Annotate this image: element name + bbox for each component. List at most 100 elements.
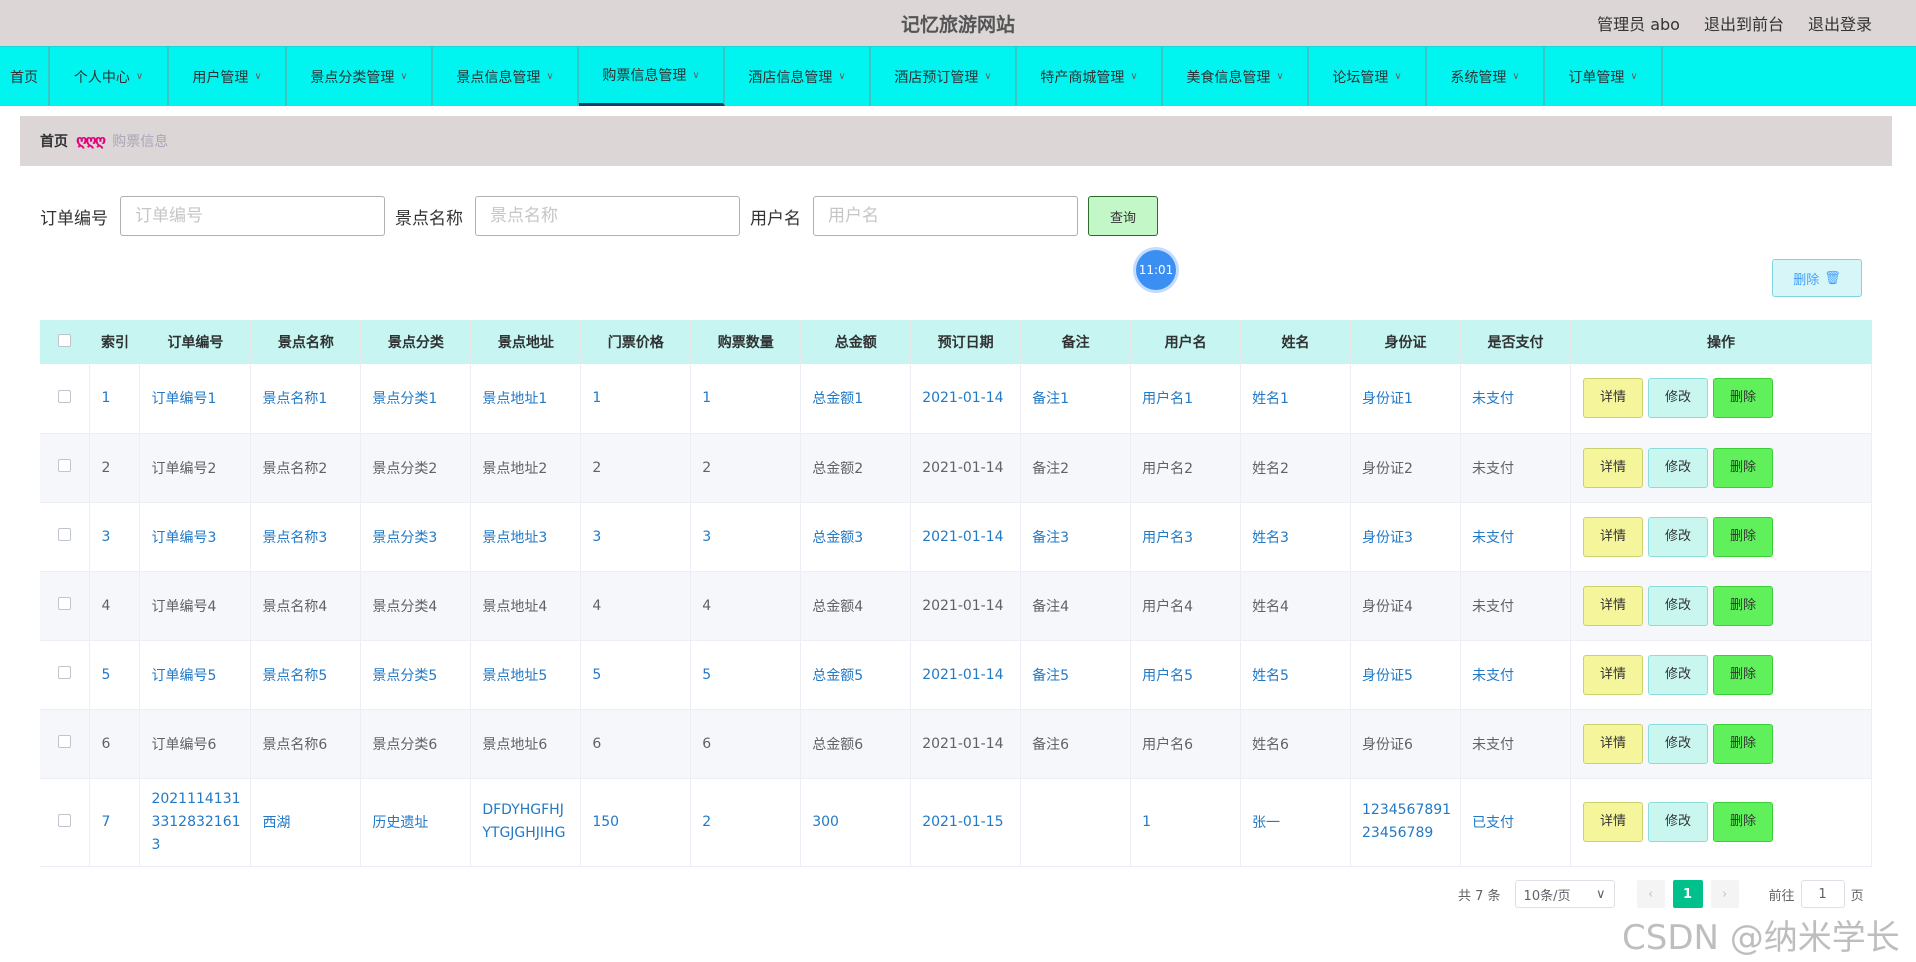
- next-page-button[interactable]: ›: [1710, 880, 1739, 908]
- breadcrumb-current: 购票信息: [112, 134, 169, 150]
- back-to-front-link[interactable]: 退出到前台: [1704, 11, 1784, 35]
- cell-id-card-line: 1234567891: [1362, 802, 1452, 818]
- batch-delete-button[interactable]: 删除 🗑: [1772, 259, 1862, 297]
- nav-item-ticket-mgmt[interactable]: 购票信息管理 ∨: [579, 47, 725, 106]
- select-all-checkbox[interactable]: [58, 333, 72, 347]
- nav-item-home[interactable]: 首页: [0, 47, 50, 106]
- page-suffix: 页: [1850, 888, 1864, 904]
- cell-spot-category: 景点分类5: [360, 640, 472, 710]
- goto-page-input[interactable]: 1: [1800, 880, 1845, 908]
- order-number-label: 订单编号: [40, 208, 108, 229]
- detail-button[interactable]: 详情: [1582, 516, 1643, 557]
- row-checkbox-cell[interactable]: [40, 709, 91, 779]
- detail-button[interactable]: 详情: [1582, 585, 1643, 626]
- username-label: 用户名: [750, 208, 801, 229]
- cell-actions: 详情 修改 删除: [1570, 709, 1873, 779]
- cell-ticket-price: 4: [580, 571, 692, 641]
- delete-button[interactable]: 删除: [1712, 654, 1773, 695]
- nav-label: 景点信息管理: [456, 69, 541, 86]
- cell-username: 用户名6: [1130, 709, 1242, 779]
- nav-item-spot-category-mgmt[interactable]: 景点分类管理 ∨: [287, 47, 433, 106]
- cell-total-amount: 总金额4: [800, 571, 912, 641]
- column-header: 总金额: [800, 320, 912, 364]
- logout-link[interactable]: 退出登录: [1808, 11, 1872, 35]
- delete-button[interactable]: 删除: [1712, 723, 1773, 764]
- cell-spot-address: 景点地址6: [470, 709, 582, 779]
- batch-delete-label: 删除: [1793, 272, 1820, 288]
- row-checkbox[interactable]: [58, 666, 72, 679]
- delete-button[interactable]: 删除: [1712, 378, 1773, 419]
- cell-order-number: 订单编号3: [139, 502, 252, 572]
- edit-button[interactable]: 修改: [1647, 723, 1708, 764]
- nav-item-food-info-mgmt[interactable]: 美食信息管理 ∨: [1163, 47, 1309, 106]
- row-checkbox[interactable]: [58, 813, 72, 827]
- cell-actions: 详情 修改 删除: [1570, 778, 1873, 867]
- cell-spot-address: 景点地址3: [470, 502, 582, 572]
- delete-button[interactable]: 删除: [1712, 585, 1773, 626]
- order-number-input[interactable]: [120, 196, 385, 236]
- cell-order-number: 订单编号6: [139, 709, 252, 779]
- column-header: 是否支付: [1460, 320, 1571, 364]
- delete-button[interactable]: 删除: [1712, 802, 1773, 842]
- cell-total-amount: 总金额3: [800, 502, 912, 572]
- nav-item-forum-mgmt[interactable]: 论坛管理 ∨: [1309, 47, 1427, 106]
- edit-button[interactable]: 修改: [1647, 585, 1708, 626]
- chevron-down-icon: ∨: [1630, 71, 1638, 82]
- cell-spot-category: 景点分类1: [360, 364, 472, 434]
- detail-button[interactable]: 详情: [1582, 802, 1643, 842]
- page-size-select[interactable]: 10条/页 ∨: [1514, 880, 1615, 908]
- prev-page-button[interactable]: ‹: [1636, 880, 1665, 908]
- edit-button[interactable]: 修改: [1647, 654, 1708, 695]
- row-checkbox-cell[interactable]: [40, 778, 91, 867]
- row-checkbox-cell[interactable]: [40, 640, 91, 710]
- nav-item-hotel-booking-mgmt[interactable]: 酒店预订管理 ∨: [871, 47, 1017, 106]
- detail-button[interactable]: 详情: [1582, 378, 1643, 419]
- cell-note: 备注1: [1020, 364, 1132, 434]
- cell-index: 4: [89, 571, 141, 641]
- detail-button[interactable]: 详情: [1582, 723, 1643, 764]
- delete-button[interactable]: 删除: [1712, 447, 1773, 488]
- edit-button[interactable]: 修改: [1647, 516, 1708, 557]
- edit-button[interactable]: 修改: [1647, 802, 1708, 842]
- detail-button[interactable]: 详情: [1582, 447, 1643, 488]
- row-checkbox-cell[interactable]: [40, 433, 91, 503]
- cell-actions: 详情 修改 删除: [1570, 571, 1873, 641]
- edit-button[interactable]: 修改: [1647, 447, 1708, 488]
- chevron-left-icon: ‹: [1647, 886, 1654, 902]
- username-input[interactable]: [813, 196, 1078, 236]
- nav-item-user-mgmt[interactable]: 用户管理 ∨: [169, 47, 287, 106]
- breadcrumb-home[interactable]: 首页: [40, 131, 68, 151]
- select-all-checkbox-cell[interactable]: [40, 320, 91, 364]
- row-checkbox[interactable]: [58, 735, 72, 748]
- row-checkbox[interactable]: [58, 597, 72, 610]
- cell-spot-category: 景点分类2: [360, 433, 472, 503]
- cell-index: 7: [89, 778, 141, 867]
- nav-item-hotel-info-mgmt[interactable]: 酒店信息管理 ∨: [725, 47, 871, 106]
- nav-item-personal-center[interactable]: 个人中心 ∨: [50, 47, 169, 106]
- row-checkbox-cell[interactable]: [40, 364, 91, 434]
- column-header: 门票价格: [580, 320, 692, 364]
- edit-button[interactable]: 修改: [1647, 378, 1708, 419]
- cell-index: 1: [89, 364, 141, 434]
- nav-item-specialty-shop-mgmt[interactable]: 特产商城管理 ∨: [1017, 47, 1163, 106]
- row-checkbox-cell[interactable]: [40, 502, 91, 572]
- chevron-down-icon: ∨: [546, 71, 554, 82]
- cell-ticket-price: 150: [580, 778, 692, 867]
- row-checkbox[interactable]: [58, 389, 72, 403]
- cell-ticket-quantity: 2: [690, 778, 802, 867]
- detail-button[interactable]: 详情: [1582, 654, 1643, 695]
- cell-booking-date: 2021-01-14: [910, 571, 1022, 641]
- nav-item-order-mgmt[interactable]: 订单管理 ∨: [1545, 47, 1663, 106]
- cell-id-card-line: 23456789: [1362, 825, 1434, 841]
- page-number-current[interactable]: 1: [1672, 880, 1703, 908]
- row-checkbox-cell[interactable]: [40, 571, 91, 641]
- row-checkbox[interactable]: [58, 528, 72, 541]
- delete-button[interactable]: 删除: [1712, 516, 1773, 557]
- spot-name-input[interactable]: [475, 196, 740, 236]
- query-button[interactable]: 查询: [1088, 196, 1158, 236]
- cell-username: 1: [1130, 778, 1242, 867]
- row-checkbox[interactable]: [58, 459, 72, 472]
- chevron-down-icon: ∨: [1130, 71, 1138, 82]
- nav-item-spot-info-mgmt[interactable]: 景点信息管理 ∨: [433, 47, 579, 106]
- nav-item-system-mgmt[interactable]: 系统管理 ∨: [1427, 47, 1545, 106]
